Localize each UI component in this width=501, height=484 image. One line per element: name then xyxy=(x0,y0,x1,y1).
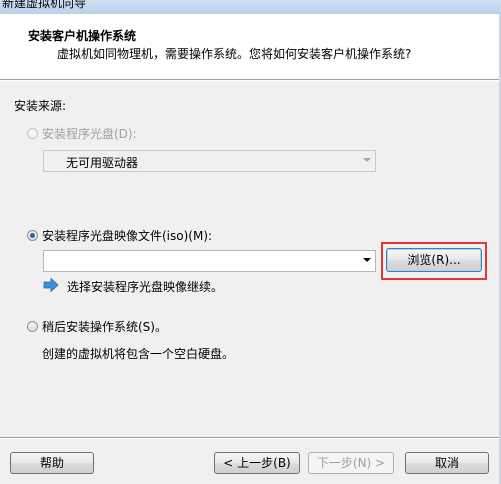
install-later-radio[interactable] xyxy=(27,321,38,332)
arrow-right-icon xyxy=(43,278,59,292)
title-bar: 新建虚拟机向导 xyxy=(0,0,501,14)
radio-selected-dot xyxy=(30,233,35,238)
chevron-down-icon xyxy=(363,158,371,162)
back-button[interactable]: < 上一步(B) xyxy=(214,452,300,474)
disc-drive-value: 无可用驱动器 xyxy=(66,156,139,170)
wizard-header: 安装客户机操作系统 虚拟机如同物理机，需要操作系统。您将如何安装客户机操作系统? xyxy=(0,14,501,79)
disc-option-label: 安装程序光盘(D): xyxy=(42,127,137,141)
install-later-label: 稍后安装操作系统(S)。 xyxy=(42,320,167,334)
window-title: 新建虚拟机向导 xyxy=(2,0,87,10)
help-button[interactable]: 帮助 xyxy=(10,452,94,474)
cancel-button[interactable]: 取消 xyxy=(405,452,489,474)
new-vm-wizard-window: 新建虚拟机向导 安装客户机操作系统 虚拟机如同物理机，需要操作系统。您将如何安装… xyxy=(0,0,501,484)
chevron-down-icon xyxy=(363,258,371,262)
header-divider xyxy=(0,79,501,81)
page-subtitle: 虚拟机如同物理机，需要操作系统。您将如何安装客户机操作系统? xyxy=(57,47,412,61)
disc-radio[interactable] xyxy=(27,128,38,139)
iso-path-combobox[interactable] xyxy=(43,250,376,272)
page-title: 安装客户机操作系统 xyxy=(28,29,137,43)
iso-radio[interactable] xyxy=(27,230,38,241)
next-button[interactable]: 下一步(N) > xyxy=(308,452,394,474)
iso-hint-text: 选择安装程序光盘映像继续。 xyxy=(67,280,224,294)
install-later-hint: 创建的虚拟机将包含一个空白硬盘。 xyxy=(42,347,235,361)
iso-option-label: 安装程序光盘映像文件(iso)(M): xyxy=(42,229,213,243)
install-source-label: 安装来源: xyxy=(14,99,67,113)
disc-drive-dropdown[interactable]: 无可用驱动器 xyxy=(43,150,376,172)
footer-divider xyxy=(0,437,501,439)
browse-button[interactable]: 浏览(R)... xyxy=(386,248,482,272)
